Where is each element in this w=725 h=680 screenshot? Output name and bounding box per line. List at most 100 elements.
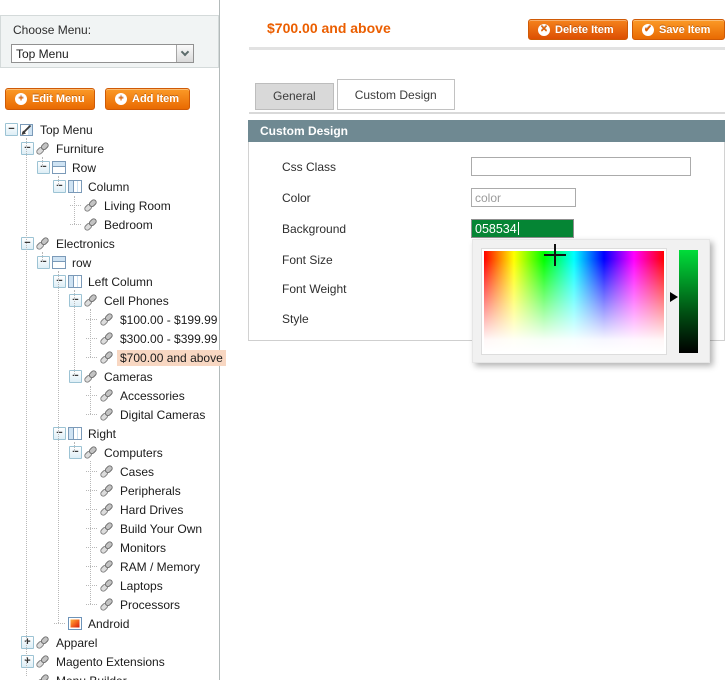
- link-icon: [99, 521, 114, 536]
- tree-item: − row: [0, 253, 219, 272]
- tree-guide-line: [26, 138, 27, 676]
- plus-circle-icon: +: [115, 93, 127, 105]
- tree-item: Living Room: [0, 196, 219, 215]
- tree-connector: [85, 557, 98, 576]
- tree-item: Processors: [0, 595, 219, 614]
- tree-item-label[interactable]: Magento Extensions: [53, 654, 168, 670]
- choose-menu-label: Choose Menu:: [13, 23, 91, 37]
- select-dropdown-button[interactable]: [176, 45, 193, 62]
- tree-item: Accessories: [0, 386, 219, 405]
- row-icon: [51, 255, 66, 270]
- tree-item-label[interactable]: Digital Cameras: [117, 407, 208, 423]
- link-icon: [35, 673, 50, 680]
- tree-item-label[interactable]: Left Column: [85, 274, 156, 290]
- tree-item-label[interactable]: Peripherals: [117, 483, 184, 499]
- tree-item-label[interactable]: Right: [85, 426, 119, 442]
- expander-plus-icon[interactable]: +: [21, 636, 34, 649]
- tree-item: Hard Drives: [0, 500, 219, 519]
- tree-item-label[interactable]: Menu Builder: [53, 673, 130, 680]
- expander-minus-icon[interactable]: −: [37, 256, 50, 269]
- chevron-down-icon: [181, 48, 189, 56]
- tree-item-label-selected[interactable]: $700.00 and above: [117, 350, 226, 366]
- font-size-label: Font Size: [282, 253, 333, 267]
- expander-minus-icon[interactable]: −: [21, 142, 34, 155]
- css-class-input[interactable]: [471, 157, 691, 176]
- tree-item-label[interactable]: Monitors: [117, 540, 169, 556]
- tree-item-label[interactable]: Cameras: [101, 369, 156, 385]
- tree-item-label[interactable]: Cases: [117, 464, 157, 480]
- background-input[interactable]: 058534: [471, 219, 574, 238]
- tree-item-label[interactable]: Accessories: [117, 388, 188, 404]
- link-icon: [99, 407, 114, 422]
- link-icon: [83, 217, 98, 232]
- tree-item-label[interactable]: Cell Phones: [101, 293, 172, 309]
- tree-item-label[interactable]: Processors: [117, 597, 183, 613]
- tree-guide-line: [74, 290, 75, 376]
- color-input[interactable]: [471, 188, 576, 207]
- cross-circle-icon: ✕: [538, 24, 550, 36]
- tree-guide-line: [90, 461, 91, 604]
- tree-item-label[interactable]: Computers: [101, 445, 166, 461]
- expander-minus-icon[interactable]: −: [5, 123, 18, 136]
- tree-item: − Electronics: [0, 234, 219, 253]
- tab-general[interactable]: General: [255, 83, 334, 110]
- link-icon: [35, 635, 50, 650]
- edit-menu-button[interactable]: + Edit Menu: [5, 88, 95, 110]
- tree-item-label[interactable]: Build Your Own: [117, 521, 205, 537]
- expander-minus-icon[interactable]: −: [69, 370, 82, 383]
- link-icon: [83, 293, 98, 308]
- css-class-label: Css Class: [282, 160, 336, 174]
- delete-item-button[interactable]: ✕ Delete Item: [528, 19, 628, 40]
- color-picker-gradient[interactable]: [482, 249, 666, 354]
- style-label: Style: [282, 312, 309, 326]
- link-icon: [99, 464, 114, 479]
- expander-plus-icon[interactable]: +: [21, 655, 34, 668]
- tree-item-label[interactable]: Row: [69, 160, 99, 176]
- tree-item-label[interactable]: Bedroom: [101, 217, 156, 233]
- link-icon: [99, 331, 114, 346]
- tree-item-label[interactable]: Android: [85, 616, 132, 632]
- tab-custom-design[interactable]: Custom Design: [337, 79, 455, 110]
- expander-minus-icon[interactable]: −: [69, 294, 82, 307]
- tree-item-label[interactable]: Hard Drives: [117, 502, 186, 518]
- tree-item: Monitors: [0, 538, 219, 557]
- expander-minus-icon[interactable]: −: [53, 180, 66, 193]
- tree-item-label[interactable]: $100.00 - $199.99: [117, 312, 220, 328]
- add-item-button-label: Add Item: [132, 93, 179, 105]
- slider-arrow-icon[interactable]: [670, 292, 678, 302]
- tree-item-label[interactable]: $300.00 - $399.99: [117, 331, 220, 347]
- save-item-button-label: Save Item: [659, 24, 710, 36]
- expander-minus-icon[interactable]: −: [69, 446, 82, 459]
- tree-item: − Row: [0, 158, 219, 177]
- tree-item-label[interactable]: RAM / Memory: [117, 559, 203, 575]
- form-row-background: Background 058534: [249, 219, 724, 238]
- add-item-button[interactable]: + Add Item: [105, 88, 190, 110]
- background-color-value: 058534: [475, 222, 517, 236]
- save-item-button[interactable]: ✔ Save Item: [632, 19, 725, 40]
- tree-item: − Furniture: [0, 139, 219, 158]
- expander-minus-icon[interactable]: −: [37, 161, 50, 174]
- menu-builder-page: Choose Menu: Top Menu + Edit Menu + Add …: [0, 0, 725, 680]
- background-label: Background: [282, 222, 346, 236]
- tree-item-label[interactable]: Top Menu: [37, 122, 96, 138]
- tree-guide-line: [74, 442, 75, 452]
- tree-item-label[interactable]: row: [69, 255, 94, 271]
- column-icon: [67, 179, 82, 194]
- tree-item-label[interactable]: Living Room: [101, 198, 174, 214]
- tree-item-label[interactable]: Electronics: [53, 236, 118, 252]
- tree-item-label[interactable]: Laptops: [117, 578, 166, 594]
- expander-minus-icon[interactable]: −: [53, 275, 66, 288]
- expander-minus-icon[interactable]: −: [21, 237, 34, 250]
- tree-item-label[interactable]: Apparel: [53, 635, 100, 651]
- expander-minus-icon[interactable]: −: [53, 427, 66, 440]
- section-header: Custom Design: [248, 120, 725, 142]
- menu-select[interactable]: Top Menu: [11, 44, 194, 63]
- tree-item: Android: [0, 614, 219, 633]
- tree-item-label[interactable]: Furniture: [53, 141, 107, 157]
- tree-item-label[interactable]: Column: [85, 179, 132, 195]
- color-picker-value-slider[interactable]: [679, 250, 698, 353]
- tree-item: − Column: [0, 177, 219, 196]
- sidebar: Choose Menu: Top Menu + Edit Menu + Add …: [0, 0, 220, 680]
- form-row-css-class: Css Class: [249, 157, 724, 176]
- tree-connector: [85, 519, 98, 538]
